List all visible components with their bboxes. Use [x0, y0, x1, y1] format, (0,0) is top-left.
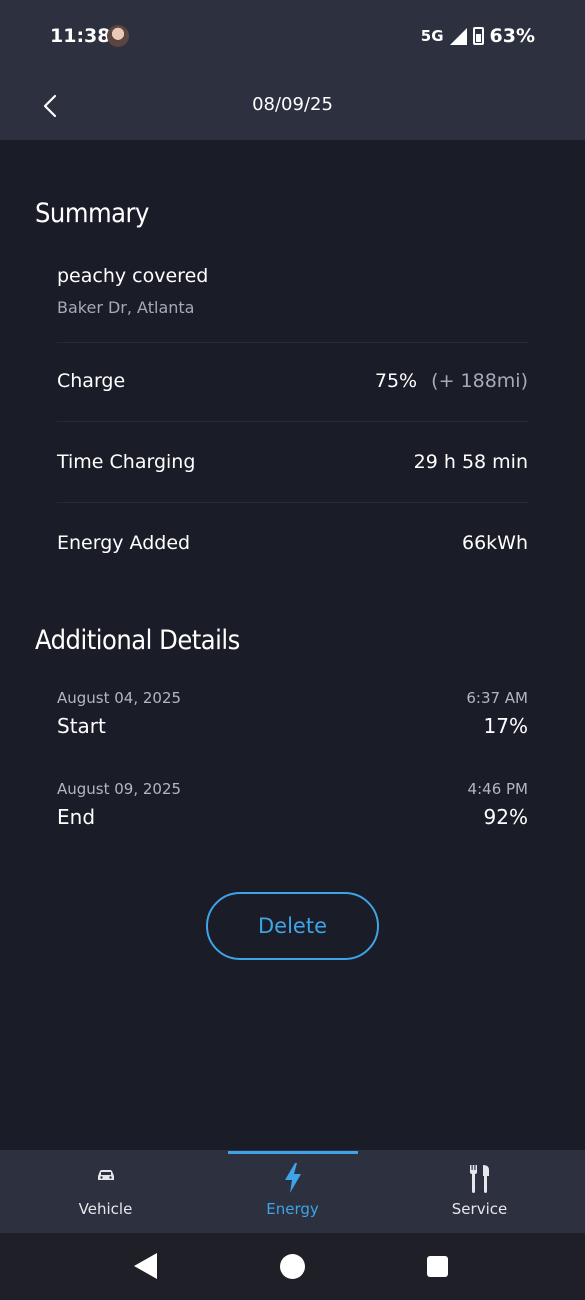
end-label: End [57, 805, 96, 829]
nav-home-icon[interactable] [280, 1254, 305, 1279]
end-time: 4:46 PM [467, 780, 528, 798]
start-percent: 17% [483, 714, 528, 738]
car-icon [97, 1170, 114, 1180]
energy-added-label: Energy Added [57, 532, 191, 554]
lightning-icon [284, 1163, 301, 1193]
tab-vehicle[interactable]: Vehicle [8, 1150, 203, 1233]
tab-energy-label: Energy [266, 1200, 319, 1218]
start-date: August 04, 2025 [57, 689, 182, 707]
nav-back-icon[interactable] [134, 1253, 157, 1279]
delete-button[interactable]: Delete [206, 892, 379, 960]
end-percent: 92% [483, 805, 528, 829]
top-bar: 11:38 5G 63% 08/09/25 [0, 0, 585, 140]
charge-label: Charge [57, 370, 126, 392]
tab-service-label: Service [451, 1200, 508, 1218]
tab-service[interactable]: Service [382, 1150, 577, 1233]
divider [57, 421, 528, 422]
profile-avatar-icon [107, 25, 129, 47]
divider [57, 342, 528, 343]
charge-value: 75% (+ 188mi) [375, 370, 528, 392]
charge-percent: 75% [374, 370, 418, 392]
page-title: 08/09/25 [252, 94, 333, 115]
battery-percent: 63% [489, 25, 535, 47]
additional-details-heading: Additional Details [35, 625, 240, 656]
summary-heading: Summary [35, 198, 149, 229]
network-type: 5G [420, 27, 444, 45]
energy-added-value: 66kWh [461, 532, 528, 554]
active-tab-indicator [228, 1151, 358, 1154]
time-charging-label: Time Charging [57, 451, 196, 473]
nav-recents-icon[interactable] [427, 1256, 448, 1277]
signal-icon [449, 27, 467, 45]
tab-vehicle-label: Vehicle [78, 1200, 133, 1218]
status-time: 11:38 [50, 25, 111, 47]
location-name: peachy covered [57, 265, 209, 287]
location-address: Baker Dr, Atlanta [57, 298, 195, 317]
tab-energy[interactable]: Energy [195, 1150, 390, 1233]
battery-icon [472, 27, 484, 45]
time-charging-value: 29 h 58 min [413, 451, 528, 473]
tools-icon [469, 1165, 489, 1193]
end-date: August 09, 2025 [57, 780, 182, 798]
start-label: Start [57, 714, 106, 738]
status-indicators: 5G 63% [421, 25, 535, 47]
system-nav-bar [0, 1233, 585, 1300]
divider [57, 502, 528, 503]
charge-range: (+ 188mi) [431, 370, 528, 392]
bottom-tab-bar: Vehicle Energy Service [0, 1150, 585, 1233]
start-time: 6:37 AM [466, 689, 528, 707]
